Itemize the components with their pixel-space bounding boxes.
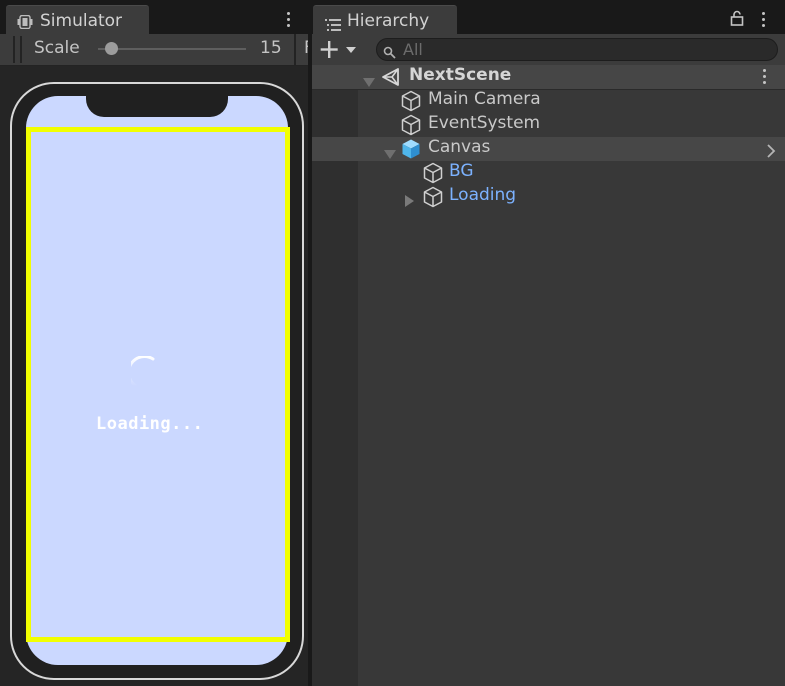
device-icon [17, 14, 33, 30]
hierarchy-item-loading[interactable]: Loading [312, 185, 785, 209]
gameobject-cube-icon [401, 90, 421, 112]
hierarchy-item-bg[interactable]: BG [312, 161, 785, 185]
hierarchy-tab-label: Hierarchy [347, 11, 430, 31]
scale-slider-thumb[interactable] [105, 42, 118, 55]
tab-hierarchy[interactable]: Hierarchy [313, 5, 457, 35]
hierarchy-item-label: Canvas [428, 137, 491, 157]
hierarchy-item-eventsystem[interactable]: EventSystem [312, 113, 785, 137]
simulator-more-menu-icon[interactable] [287, 12, 291, 32]
collapse-arrow-icon[interactable] [363, 73, 375, 87]
search-icon [383, 44, 396, 59]
canvas-cube-icon [401, 138, 421, 160]
gameobject-cube-icon [423, 162, 443, 184]
scene-row[interactable]: NextScene [312, 65, 785, 90]
scene-name: NextScene [409, 65, 512, 85]
expand-arrow-icon[interactable] [405, 192, 415, 207]
simulator-tab-label: Simulator [40, 11, 123, 31]
hierarchy-search-box[interactable] [376, 38, 778, 61]
scale-value: 15 [260, 38, 282, 58]
loading-spinner-icon [127, 355, 165, 390]
toolbar-separator [294, 34, 296, 65]
hierarchy-more-menu-icon[interactable] [762, 12, 766, 32]
add-object-button[interactable] [319, 38, 361, 62]
hierarchy-item-label: Main Camera [428, 89, 541, 109]
scale-label: Scale [34, 38, 80, 58]
phone-notch [86, 96, 228, 117]
hierarchy-item-label: EventSystem [428, 113, 541, 133]
toolbar-grip [20, 36, 22, 63]
simulator-toolbar: Scale 15 F [0, 34, 314, 66]
chevron-right-icon[interactable] [766, 143, 776, 158]
hierarchy-item-main-camera[interactable]: Main Camera [312, 89, 785, 113]
hierarchy-item-label: Loading [449, 185, 517, 205]
toolbar-grip [13, 36, 15, 63]
gameobject-cube-icon [401, 114, 421, 136]
lock-icon[interactable] [729, 10, 745, 26]
hierarchy-item-label: BG [449, 161, 474, 181]
tab-simulator[interactable]: Simulator [6, 5, 149, 35]
loading-text: Loading... [96, 414, 204, 434]
search-input[interactable] [403, 40, 763, 59]
hierarchy-item-canvas[interactable]: Canvas [312, 137, 785, 161]
scene-more-menu-icon[interactable] [763, 69, 767, 89]
collapse-arrow-icon[interactable] [384, 145, 396, 159]
hierarchy-list-icon [325, 16, 341, 31]
gameobject-cube-icon [423, 186, 443, 208]
scale-slider-track[interactable] [98, 48, 246, 50]
unity-scene-icon [381, 67, 403, 87]
